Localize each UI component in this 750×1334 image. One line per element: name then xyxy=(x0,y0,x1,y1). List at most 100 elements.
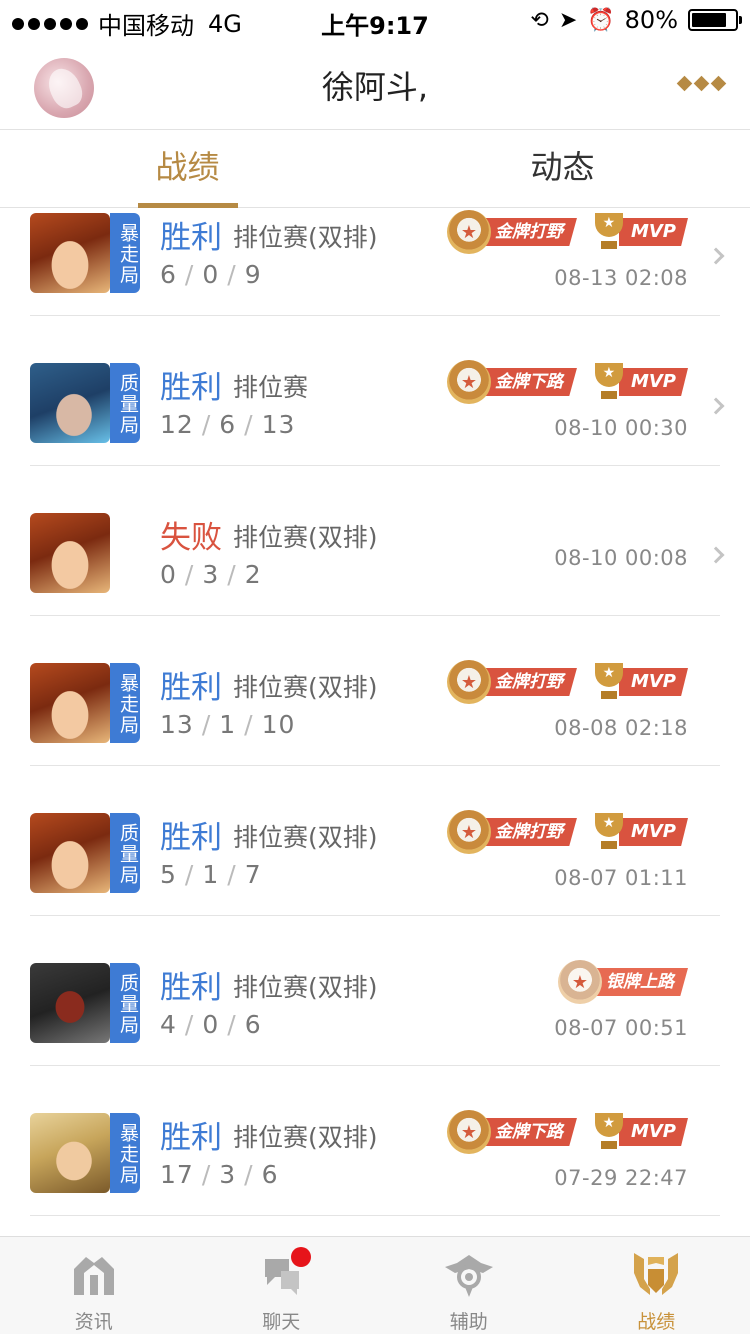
kda-value: 0 xyxy=(160,560,177,589)
match-type-tag: 暴走局 xyxy=(110,213,140,293)
medal-icon: ★ xyxy=(446,1110,491,1154)
bottom-tab-bar: 资讯 聊天 辅助 战绩 xyxy=(0,1236,750,1334)
kda-value: 1 xyxy=(219,710,237,739)
match-mode: 排位赛(双排) xyxy=(233,823,378,852)
tabbar-item-chat[interactable]: 聊天 xyxy=(188,1237,376,1334)
more-dots-icon[interactable] xyxy=(676,75,727,92)
badge-group: ★ 金牌下路 ★ MVP xyxy=(446,1110,688,1154)
kda-separator: / xyxy=(184,560,195,589)
kda-separator: / xyxy=(227,560,237,589)
match-time: 07-29 22:47 xyxy=(554,1166,688,1190)
rotation-lock-icon: ⟲ xyxy=(530,7,549,33)
alarm-icon: ⏰ xyxy=(587,7,615,33)
rank-badge-label: 金牌打野 xyxy=(480,668,577,696)
match-row[interactable]: 暴走局 胜利 排位赛(双排) 13/1/10 ★ 金牌打野 ★ MVP 08-08 02:18 xyxy=(30,616,720,766)
hero-portrait xyxy=(30,663,110,743)
tabbar-item-records[interactable]: 战绩 xyxy=(563,1237,750,1334)
match-row[interactable]: 失败 排位赛(双排) 0/3/2 08-10 00:08 xyxy=(30,466,725,616)
kda-value: 2 xyxy=(244,560,262,589)
trophy-cup: ★ xyxy=(594,1113,623,1137)
badge-group: ★ 金牌打野 ★ MVP xyxy=(446,660,688,704)
match-time: 08-07 00:51 xyxy=(554,1016,688,1040)
kda-separator: / xyxy=(244,410,254,439)
status-right: ⟲ ➤ ⏰ 80% xyxy=(530,6,742,34)
chevron-right-icon xyxy=(707,546,725,564)
trophy-icon: ★ xyxy=(591,1111,627,1153)
rank-badge: ★ 金牌打野 xyxy=(446,810,577,854)
kda-separator: / xyxy=(201,1160,212,1189)
medal-icon: ★ xyxy=(446,660,491,704)
match-mode: 排位赛(双排) xyxy=(233,523,378,552)
trophy-cup: ★ xyxy=(594,813,623,837)
match-row[interactable]: 质量局 胜利 排位赛(双排) 4/0/6 ★ 银牌上路 08-07 00:51 xyxy=(30,916,720,1066)
match-row[interactable]: 暴走局 胜利 排位赛(双排) 17/3/6 ★ 金牌下路 ★ MVP 07-29 22:47 xyxy=(30,1066,720,1216)
kda-value: 6 xyxy=(160,260,177,289)
badge-group: ★ 金牌打野 ★ MVP xyxy=(446,210,688,254)
mvp-label: MVP xyxy=(618,818,688,846)
mvp-label: MVP xyxy=(618,1118,688,1146)
news-icon xyxy=(73,1257,114,1295)
kda-stats: 4/0/6 xyxy=(160,1010,262,1039)
badge-group: ★ 银牌上路 xyxy=(558,960,688,1004)
match-mode: 排位赛 xyxy=(233,373,309,402)
kda-value: 9 xyxy=(244,260,262,289)
trophy-icon: ★ xyxy=(591,361,627,403)
trophy-base xyxy=(600,841,617,849)
match-type-tag: 质量局 xyxy=(110,813,140,893)
tabbar-item-assist[interactable]: 辅助 xyxy=(375,1237,563,1334)
match-mode: 排位赛(双排) xyxy=(233,973,378,1002)
hero-portrait xyxy=(30,813,110,893)
trophy-icon: ★ xyxy=(591,661,627,703)
rank-badge: ★ 金牌打野 xyxy=(446,660,577,704)
match-time: 08-13 02:08 xyxy=(554,266,688,290)
match-mode: 排位赛(双排) xyxy=(233,1123,378,1152)
match-result: 胜利 xyxy=(160,970,222,1006)
assist-icon xyxy=(444,1255,493,1297)
trophy-base xyxy=(600,1141,617,1149)
medal-icon: ★ xyxy=(446,210,491,254)
kda-value: 13 xyxy=(160,710,194,739)
trophy-icon: ★ xyxy=(591,211,627,253)
kda-separator: / xyxy=(184,1010,195,1039)
match-result: 胜利 xyxy=(160,370,222,406)
match-type-tag: 质量局 xyxy=(110,363,140,443)
hero-portrait xyxy=(30,963,110,1043)
tab-records[interactable]: 战绩 xyxy=(0,130,375,208)
tabbar-item-news[interactable]: 资讯 xyxy=(0,1237,188,1334)
kda-value: 3 xyxy=(202,560,220,589)
match-type-tag: 暴走局 xyxy=(110,1113,140,1193)
match-time: 08-08 02:18 xyxy=(554,716,688,740)
hero-portrait xyxy=(30,1113,110,1193)
match-row[interactable]: 暴走局 胜利 排位赛(双排) 6/0/9 ★ 金牌打野 ★ MVP 08-13 02:08 xyxy=(30,208,725,316)
status-bar: 中国移动 4G 上午9:17 ⟲ ➤ ⏰ 80% xyxy=(0,0,750,40)
match-mode: 排位赛(双排) xyxy=(233,673,378,702)
kda-separator: / xyxy=(227,860,237,889)
match-row[interactable]: 质量局 胜利 排位赛(双排) 5/1/7 ★ 金牌打野 ★ MVP 08-07 01:11 xyxy=(30,766,720,916)
mvp-badge: ★ MVP xyxy=(591,660,688,704)
medal-icon: ★ xyxy=(446,810,491,854)
kda-value: 4 xyxy=(160,1010,177,1039)
medal-icon: ★ xyxy=(558,960,602,1004)
tab-strip: 战绩 动态 xyxy=(0,130,750,208)
kda-stats: 17/3/6 xyxy=(160,1160,279,1189)
tabbar-label-records: 战绩 xyxy=(637,1311,676,1333)
match-row[interactable]: 质量局 胜利 排位赛 12/6/13 ★ 金牌下路 ★ MVP 08-10 00:30 xyxy=(30,316,725,466)
rank-badge: ★ 金牌下路 xyxy=(446,360,577,404)
badge-group: ★ 金牌打野 ★ MVP xyxy=(446,810,688,854)
trophy-base xyxy=(600,391,617,399)
kda-value: 3 xyxy=(219,1160,237,1189)
rank-badge: ★ 银牌上路 xyxy=(558,960,688,1004)
trophy-base xyxy=(600,691,617,699)
kda-stats: 6/0/9 xyxy=(160,260,262,289)
mvp-badge: ★ MVP xyxy=(591,210,688,254)
tab-activity[interactable]: 动态 xyxy=(375,130,750,207)
tabbar-label-assist: 辅助 xyxy=(449,1311,488,1333)
kda-separator: / xyxy=(244,1160,254,1189)
match-result: 胜利 xyxy=(160,820,222,856)
kda-stats: 13/1/10 xyxy=(160,710,295,739)
kda-value: 7 xyxy=(244,860,262,889)
chat-notification-dot xyxy=(291,1247,312,1267)
battery-percent: 80% xyxy=(624,6,678,34)
match-list[interactable]: 暴走局 胜利 排位赛(双排) 6/0/9 ★ 金牌打野 ★ MVP 08-13 02:08 质量局… xyxy=(0,208,750,1236)
mvp-label: MVP xyxy=(618,668,688,696)
